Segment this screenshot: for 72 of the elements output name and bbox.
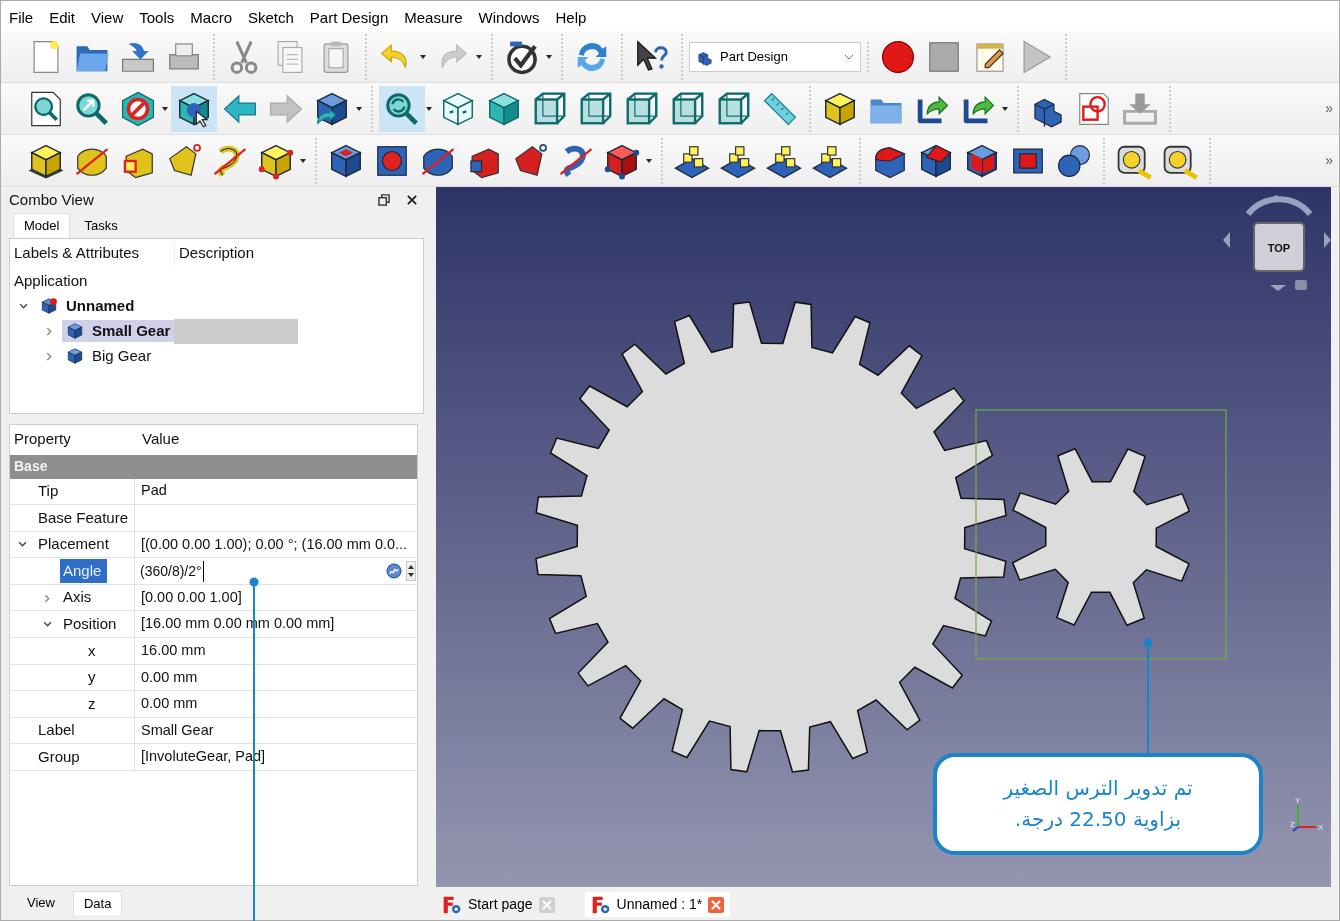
large-gear[interactable]: [535, 301, 1007, 773]
property-name[interactable]: Label: [35, 718, 81, 743]
property-name[interactable]: Angle: [60, 558, 108, 584]
menu-item[interactable]: Sketch: [240, 1, 302, 31]
property-value: [0.00 0.00 1.00]: [140, 587, 243, 607]
menu-item[interactable]: Windows: [470, 1, 548, 31]
property-name[interactable]: Base Feature: [34, 505, 134, 531]
chevron-right-icon[interactable]: [42, 592, 52, 603]
menu-item[interactable]: Tools: [131, 1, 183, 31]
zoom-refresh-button[interactable]: [379, 85, 425, 132]
overflow-chevron[interactable]: »: [1325, 150, 1339, 171]
overflow-chevron[interactable]: »: [1325, 98, 1339, 119]
chevron-down-icon[interactable]: [17, 539, 27, 550]
restore-icon[interactable]: [378, 194, 390, 206]
chevron-right-icon[interactable]: [44, 351, 54, 361]
tree-item[interactable]: Small Gear: [62, 319, 175, 343]
cube-cursor-button[interactable]: [171, 85, 217, 132]
document-tab[interactable]: Unnamed : 1*: [584, 892, 731, 917]
column-header: Property: [13, 429, 72, 450]
tree-item[interactable]: Unnamed: [36, 294, 139, 318]
menu-item[interactable]: Help: [547, 1, 595, 31]
tree-item[interactable]: Big Gear: [62, 344, 156, 368]
property-name[interactable]: Group: [35, 745, 86, 770]
property-name[interactable]: Axis: [60, 585, 98, 610]
property-value: 0.00 mm: [140, 694, 199, 714]
prohibit-icon: [119, 89, 157, 128]
column-header: Value: [141, 429, 180, 450]
expression-icon[interactable]: [386, 563, 402, 580]
property-value: Pad: [140, 481, 168, 501]
navigation-cube[interactable]: TOP: [1223, 195, 1331, 291]
menu-item[interactable]: File: [1, 1, 42, 31]
close-icon[interactable]: [406, 194, 418, 206]
menu-item[interactable]: Macro: [182, 1, 240, 31]
menu-item[interactable]: Edit: [41, 1, 84, 31]
property-name[interactable]: x: [85, 638, 102, 664]
panel-title: Combo View: [9, 189, 95, 210]
small-gear[interactable]: [1011, 447, 1191, 627]
panel-tab[interactable]: Tasks: [74, 213, 128, 238]
property-name[interactable]: z: [85, 691, 102, 717]
property-value: 0.00 mm: [140, 667, 199, 687]
column-header: Labels & Attributes: [10, 242, 175, 265]
spinner-icon[interactable]: [406, 561, 416, 582]
column-header: Description: [178, 243, 256, 264]
callout-text: تم تدوير الترس الصغير بزاوية 22.50 درجة.: [933, 753, 1263, 855]
menu-item[interactable]: Measure: [396, 1, 471, 31]
body-icon: [66, 347, 84, 365]
body-icon: [66, 322, 84, 340]
app-logo-icon: [442, 894, 462, 915]
property-name[interactable]: Position: [60, 612, 123, 637]
property-group-header: Base: [10, 454, 417, 479]
app-logo-icon: [590, 894, 611, 915]
property-value: 16.00 mm: [140, 641, 207, 660]
property-name[interactable]: y: [85, 665, 102, 690]
workbench-label: Part Design: [720, 47, 789, 66]
axis-triad: Y Z X: [1290, 796, 1324, 832]
panel-tab[interactable]: Data: [72, 890, 123, 916]
menu-item[interactable]: Part Design: [301, 1, 397, 31]
panel-tab[interactable]: Model: [13, 213, 71, 238]
menu-item[interactable]: View: [83, 1, 132, 31]
property-name[interactable]: Tip: [35, 479, 65, 504]
property-value: [(0.00 0.00 1.00); 0.00 °; (16.00 mm 0.0...: [140, 534, 409, 554]
panel-tab[interactable]: View: [17, 891, 65, 915]
workbench-dropdown[interactable]: Part Design: [689, 41, 861, 72]
property-name[interactable]: Placement: [35, 532, 115, 557]
chevron-icon: [844, 52, 854, 61]
property-value: Small Gear: [140, 720, 215, 740]
document-tab[interactable]: Start page: [436, 892, 561, 917]
chevron-down-icon[interactable]: [42, 619, 52, 630]
tree-root-label: Application: [13, 270, 89, 291]
chevron-right-icon[interactable]: [44, 326, 54, 336]
chevron-down-icon[interactable]: [18, 301, 28, 311]
document-icon: [40, 297, 58, 315]
